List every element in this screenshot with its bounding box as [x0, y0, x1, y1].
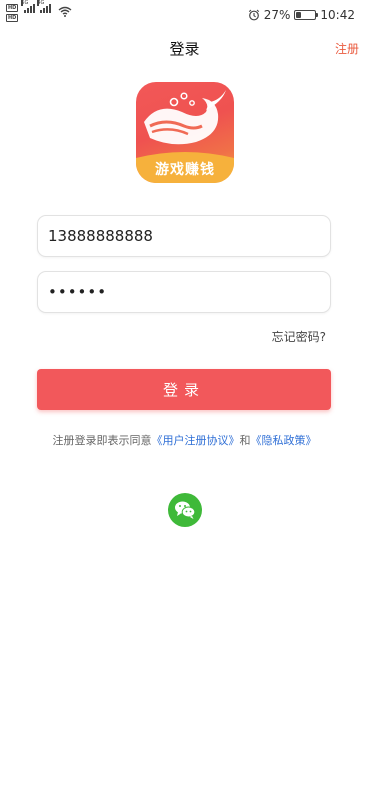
login-button[interactable]: 登录 [37, 369, 331, 410]
status-bar: HD HD 5G 4G 27% 10:42 [0, 0, 369, 30]
user-agreement-link[interactable]: 《用户注册协议》 [152, 434, 240, 447]
privacy-policy-link[interactable]: 《隐私政策》 [251, 434, 317, 447]
battery-percent: 27% [263, 8, 291, 22]
status-bar-left: HD HD 5G 4G [6, 0, 72, 26]
wechat-login-button[interactable] [168, 493, 202, 527]
battery-fill [296, 12, 302, 18]
logo-caption: 游戏赚钱 [155, 162, 215, 178]
sim-indicators: HD HD [6, 4, 19, 22]
signal-icon-2: 4G [37, 0, 52, 13]
wifi-icon [58, 6, 72, 17]
password-input[interactable] [48, 272, 318, 312]
alarm-icon [248, 9, 259, 21]
clock-time: 10:42 [320, 8, 355, 22]
page-title: 登录 [169, 40, 200, 58]
nav-bar: 登录 注册 [0, 30, 369, 64]
agreement-prefix: 注册登录即表示同意 [52, 434, 152, 447]
status-bar-right: 27% 10:42 [248, 7, 355, 23]
sim1-hd-badge: HD [6, 4, 19, 12]
phone-input[interactable] [48, 216, 318, 256]
sim2-hd-badge: HD [6, 14, 19, 22]
password-field[interactable] [37, 271, 331, 313]
agreement-and: 和 [239, 434, 251, 447]
forgot-password-link[interactable]: 忘记密码? [272, 328, 326, 345]
battery-icon [294, 10, 319, 20]
network2-label: 4G [37, 0, 45, 6]
wechat-icon [175, 501, 196, 519]
phone-field[interactable] [37, 215, 331, 257]
signal-icon: 5G [21, 0, 36, 13]
network1-label: 5G [21, 0, 29, 6]
register-link[interactable]: 注册 [335, 40, 359, 57]
agreement-text: 注册登录即表示同意《用户注册协议》和《隐私政策》 [0, 432, 369, 448]
app-logo: 游戏赚钱 [136, 82, 234, 183]
